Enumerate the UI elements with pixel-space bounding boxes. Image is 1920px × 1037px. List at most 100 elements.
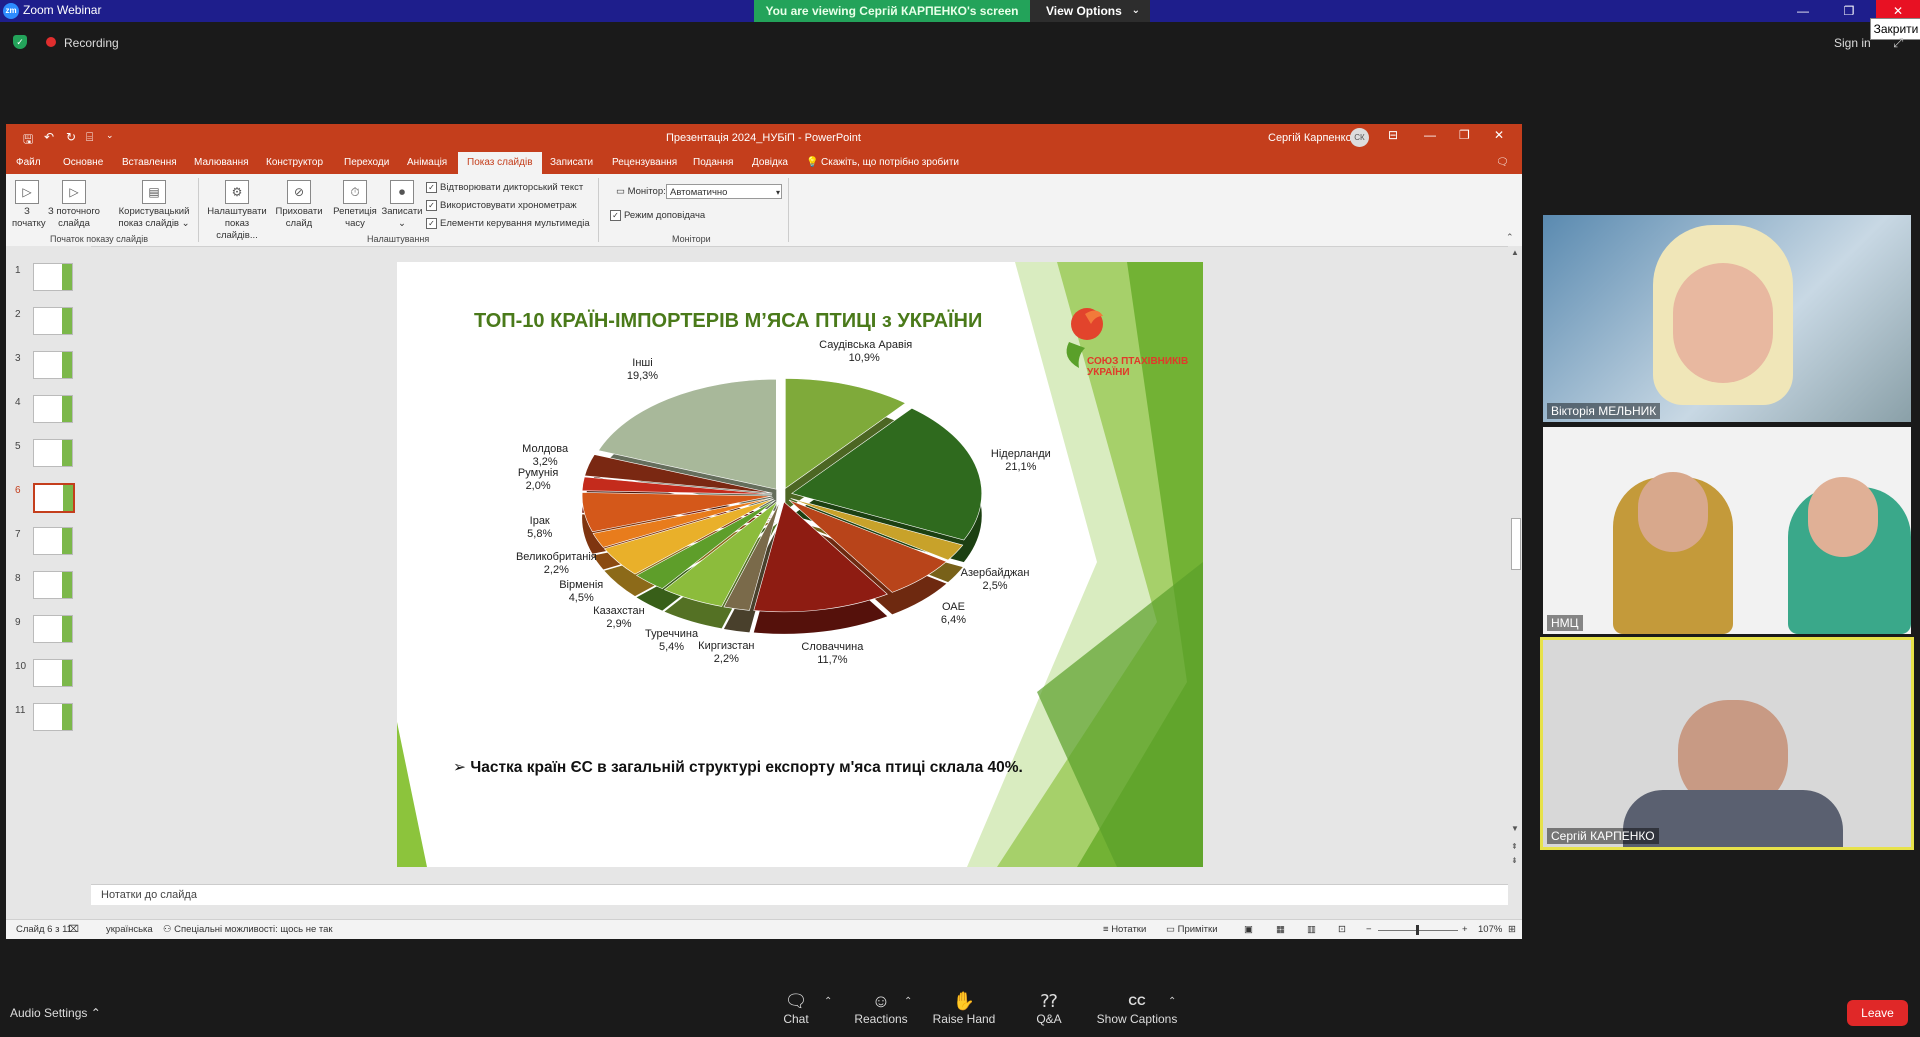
thumbnail-number: 11 [15,705,26,716]
tab-design[interactable]: Конструктор [266,157,323,168]
slide-thumbnail[interactable] [33,395,73,423]
tab-insert[interactable]: Вставлення [122,157,177,168]
slide-thumbnail[interactable] [33,527,73,555]
slide-scrollbar[interactable]: ▲ ▼ ⇞ ⇟ [1508,246,1522,871]
notes-pane[interactable]: Нотатки до слайда [91,884,1508,905]
redo-icon[interactable]: ↻ [66,130,76,144]
spellcheck-icon[interactable]: ⌧ [68,924,79,935]
slide-thumbnail[interactable] [33,483,75,513]
ribbon: ▷ З початку ▷ З поточного слайда ▤ Корис… [6,174,1522,247]
slide-thumbnail[interactable] [33,659,73,687]
slide-thumbnail[interactable] [33,307,73,335]
slide-thumbnail[interactable] [33,351,73,379]
leave-button[interactable]: Leave [1847,1000,1908,1026]
save-icon[interactable]: 🖫 [23,130,33,151]
tab-file[interactable]: Файл [16,157,41,168]
tab-draw[interactable]: Малювання [194,157,249,168]
fullscreen-icon[interactable]: ⤢ [1893,35,1903,51]
start-slideshow-icon[interactable]: ⌸ [86,130,93,145]
scroll-up-icon[interactable]: ▲ [1511,248,1519,257]
fit-slide-icon[interactable]: ⊞ [1508,924,1516,935]
reactions-button[interactable]: ☺ Reactions [850,990,912,1026]
next-slide-icon[interactable]: ⇟ [1511,856,1518,865]
collapse-ribbon-icon[interactable]: ⌃ [1506,232,1514,243]
accessibility-status[interactable]: ⚇ Спеціальні можливості: щось не так [163,924,333,935]
thumbnail-number: 9 [15,617,21,628]
play-narrations-checkbox[interactable]: ✓ Відтворювати дикторський текст [426,182,583,193]
from-beginning-button[interactable]: ▷ З початку [12,180,46,230]
tab-view[interactable]: Подання [693,157,733,168]
tell-me-search[interactable]: Скажіть, що потрібно зробити [821,157,959,168]
customize-toolbar-icon[interactable]: ⌄ [106,130,114,141]
slideshow-view-icon[interactable]: ⊡ [1338,924,1346,935]
set-up-show-button[interactable]: ⚙ Налаштувати показ слайдів... [204,180,270,242]
notes-toggle[interactable]: ≡ Нотатки [1103,924,1146,935]
tab-record[interactable]: Записати [550,157,593,168]
video-tile-2[interactable]: НМЦ [1543,427,1911,634]
thumbnail-decoration [62,308,72,334]
rehearse-timings-button[interactable]: ⏱ Репетиція часу [332,180,378,230]
custom-show-line2: показ слайдів ⌄ [118,218,190,229]
tab-slide-show[interactable]: Показ слайдів [458,152,542,174]
record-button[interactable]: ⏺ Записати ⌄ [380,180,424,230]
monitor-select[interactable]: Автоматично ▾ [666,184,782,199]
slide-thumbnail[interactable] [33,703,73,731]
scroll-down-icon[interactable]: ▼ [1511,824,1519,833]
ppt-minimize-icon[interactable]: — [1424,128,1436,142]
language-indicator[interactable]: українська [106,924,153,935]
presenter-view-checkbox[interactable]: ✓ Режим доповідача [610,210,705,221]
audio-settings-button[interactable]: Audio Settings ⌃ [10,1006,101,1020]
slide-thumbnail[interactable] [33,615,73,643]
use-timings-label: Використовувати хронометраж [440,200,577,212]
pie-slice-value: 21,1% [1005,461,1037,474]
zoom-slider-handle[interactable] [1416,925,1419,935]
chevron-up-icon[interactable]: ⌃ [824,996,832,1007]
zoom-level[interactable]: 107% [1478,924,1502,935]
ppt-restore-icon[interactable]: ❐ [1459,128,1470,142]
normal-view-icon[interactable]: ▣ [1244,924,1253,935]
hide-slide-button[interactable]: ⊘ Приховати слайд [274,180,324,230]
ppt-close-icon[interactable]: ✕ [1494,128,1504,142]
user-avatar[interactable]: СК [1350,128,1369,147]
ppt-user-name[interactable]: Сергій Карпенко [1268,132,1352,144]
tab-home[interactable]: Основне [63,157,103,168]
video-tile-1[interactable]: Вікторія МЕЛЬНИК [1543,215,1911,422]
encryption-shield-icon[interactable]: ✓ [13,35,27,49]
thumbnail-number: 8 [15,573,21,584]
video-tile-3-active-speaker[interactable]: Сергій КАРПЕНКО [1540,637,1914,850]
slide-thumbnail[interactable] [33,439,73,467]
chevron-up-icon[interactable]: ⌃ [904,996,912,1007]
sign-in-link[interactable]: Sign in [1834,36,1871,50]
tab-animations[interactable]: Анімація [407,157,447,168]
reading-view-icon[interactable]: ▥ [1307,924,1316,935]
chat-button[interactable]: 🗨 Chat [772,990,820,1026]
zoom-out-icon[interactable]: − [1366,924,1372,935]
tab-help[interactable]: Довідка [752,157,788,168]
tab-review[interactable]: Рецензування [612,157,677,168]
zoom-in-icon[interactable]: + [1462,924,1468,935]
custom-slide-show-button[interactable]: ▤ Користувацький показ слайдів ⌄ [116,180,192,230]
use-timings-checkbox[interactable]: ✓ Використовувати хронометраж [426,200,577,211]
restore-icon[interactable]: ❐ [1830,0,1868,22]
comments-icon[interactable]: 🗨 [1496,157,1509,168]
scrollbar-thumb[interactable] [1511,518,1521,570]
previous-slide-icon[interactable]: ⇞ [1511,842,1518,851]
chevron-up-icon[interactable]: ⌃ [1168,996,1176,1007]
custom-show-line1: Користувацький [118,206,190,217]
slide-sorter-icon[interactable]: ▦ [1276,924,1285,935]
pie-slice-category: Нідерланди [990,448,1051,461]
qa-button[interactable]: ⁇ Q&A [1024,990,1074,1026]
pie-slice-value: 2,2% [543,564,569,577]
comments-toggle[interactable]: ▭ Примітки [1166,924,1218,935]
media-controls-checkbox[interactable]: ✓ Елементи керування мультимедіа [426,218,590,229]
from-current-slide-button[interactable]: ▷ З поточного слайда [46,180,102,230]
undo-icon[interactable]: ↶ [44,130,54,144]
view-options-button[interactable]: View Options ⌄ [1030,0,1150,22]
slide-thumbnail[interactable] [33,571,73,599]
minimize-icon[interactable]: — [1784,0,1822,22]
raise-hand-button[interactable]: ✋ Raise Hand [930,990,998,1026]
pie-slice-category: Великобританія [515,551,597,564]
slide-thumbnail[interactable] [33,263,73,291]
ribbon-display-icon[interactable]: ⊟ [1388,128,1398,142]
tab-transitions[interactable]: Переходи [344,157,389,168]
